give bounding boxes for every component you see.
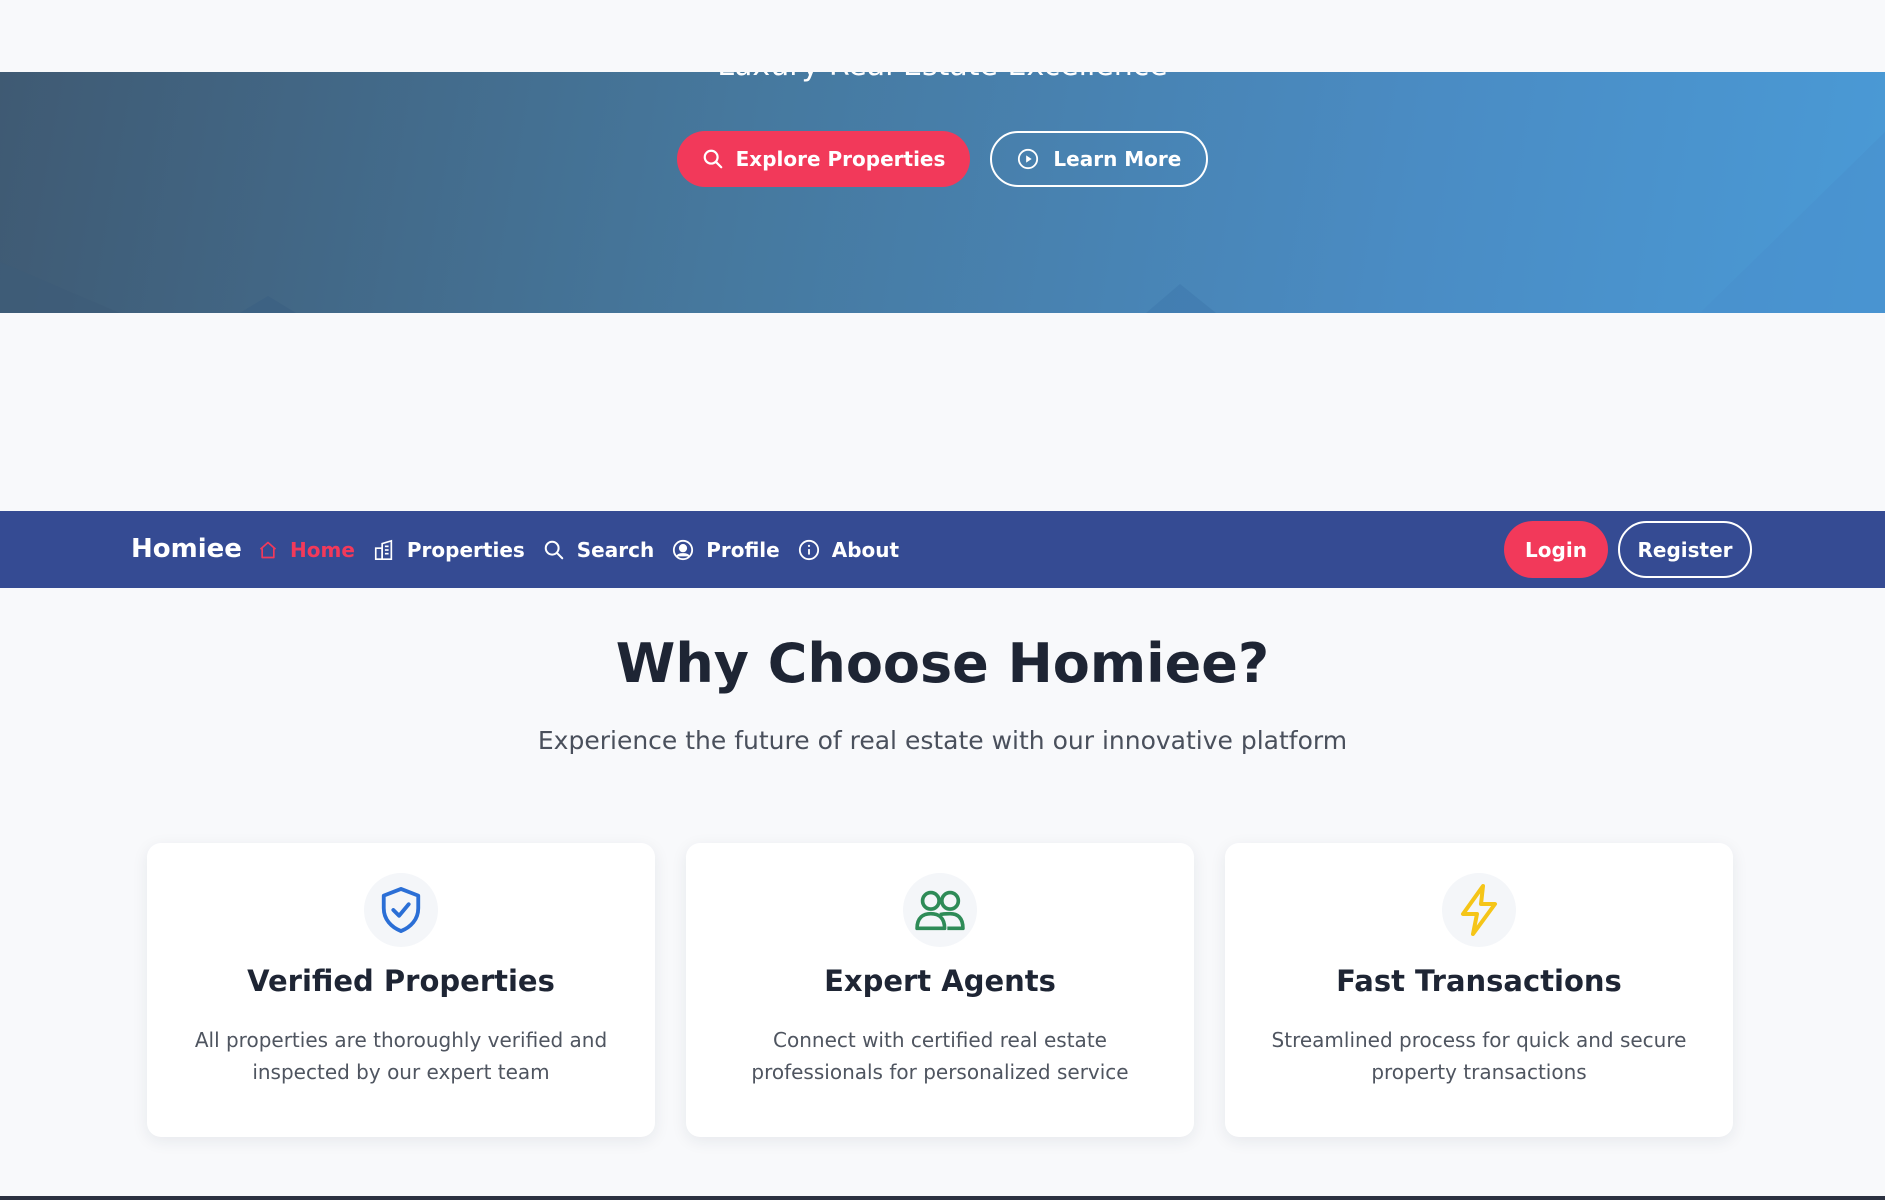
login-button[interactable]: Login <box>1504 521 1608 578</box>
brand-logo[interactable]: Homiee <box>131 511 242 588</box>
top-strip <box>0 0 1885 72</box>
register-button[interactable]: Register <box>1618 521 1752 578</box>
play-circle-icon <box>1018 148 1039 170</box>
learn-more-label: Learn More <box>1053 147 1182 171</box>
nav-item-label: Home <box>290 537 355 562</box>
nav-item-label: About <box>831 537 900 562</box>
feature-description: Connect with certified real estate profe… <box>751 1028 1129 1084</box>
home-icon <box>259 541 277 558</box>
feature-card-agents: Expert Agents Connect with certified rea… <box>686 843 1194 1137</box>
learn-more-button[interactable]: Learn More <box>990 131 1209 187</box>
nav-item-search[interactable]: Search <box>543 538 654 562</box>
feature-description: All properties are thoroughly verified a… <box>194 1028 608 1084</box>
section-subtitle: Experience the future of real estate wit… <box>537 726 1348 755</box>
hero-tagline: Luxury Real Estate Excellence <box>0 72 1885 83</box>
search-icon <box>703 149 722 169</box>
user-circle-icon <box>673 539 694 560</box>
shield-check-icon <box>381 887 421 933</box>
feature-card-verified: Verified Properties All properties are t… <box>147 843 655 1137</box>
feature-card-transactions: Fast Transactions Streamlined process fo… <box>1225 843 1733 1137</box>
nav-item-about[interactable]: About <box>798 538 899 562</box>
feature-title: Fast Transactions <box>1336 964 1622 998</box>
explore-properties-button[interactable]: Explore Properties <box>676 131 971 187</box>
nav-item-label: Profile <box>706 537 780 562</box>
building-icon <box>374 539 393 560</box>
roof-silhouette-decor <box>0 132 1885 313</box>
feature-description: Streamlined process for quick and secure… <box>1271 1028 1687 1084</box>
nav-item-label: Properties <box>406 537 525 562</box>
section-title: Why Choose Homiee? <box>615 632 1270 695</box>
nav-item-label: Search <box>576 537 655 562</box>
feature-icon-wrap <box>364 873 438 947</box>
hero-actions: Explore Properties Learn More <box>0 131 1885 187</box>
info-icon <box>798 539 819 560</box>
feature-icon-wrap <box>1442 873 1516 947</box>
feature-title: Verified Properties <box>247 964 555 998</box>
feature-title: Expert Agents <box>824 964 1056 998</box>
hero-banner: Luxury Real Estate Excellence Explore Pr… <box>0 72 1885 313</box>
nav-item-home[interactable]: Home <box>258 538 355 562</box>
nav-links: Home Properties Search Profile About <box>258 511 899 588</box>
search-icon <box>544 540 564 559</box>
users-icon <box>915 890 965 931</box>
feature-icon-wrap <box>903 873 977 947</box>
nav-item-profile[interactable]: Profile <box>672 538 780 562</box>
bottom-divider <box>0 1196 1885 1200</box>
explore-properties-label: Explore Properties <box>735 147 946 171</box>
lightning-icon <box>1461 884 1497 936</box>
main-navbar: Homiee Home Properties Search Profile Ab… <box>0 511 1885 588</box>
nav-item-properties[interactable]: Properties <box>373 538 525 562</box>
